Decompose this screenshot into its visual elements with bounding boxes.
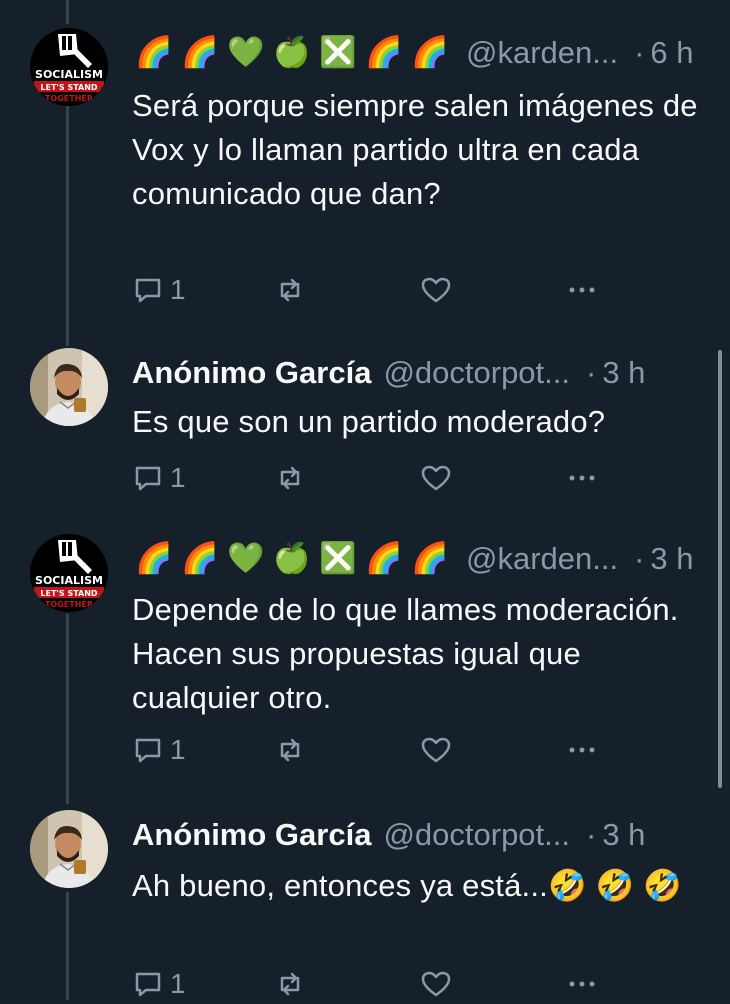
separator-dot: · [634,35,645,70]
retweet-button[interactable] [274,964,306,1004]
heart-icon [421,971,451,997]
tweet-text: Es que son un partido moderado? [132,404,606,439]
cross-mark-emoji: ❎ [319,36,357,69]
reply-button[interactable]: 1 [132,730,186,770]
separator-dot: · [586,355,597,390]
person-photo-avatar [30,348,108,426]
green-apple-emoji: 🍏 [273,36,311,69]
heart-icon [421,737,451,763]
timestamp[interactable]: 3 h [650,534,693,584]
display-name[interactable]: Anónimo García [132,348,371,398]
rainbow-emoji: 🌈 [181,36,219,69]
thread-line [66,106,69,346]
tweet-actions: 1 [132,458,612,498]
avatar-logo-text: SOCIALISM [35,68,103,81]
rainbow-emoji: 🌈 [365,36,403,69]
display-name-emoji[interactable]: 🌈 🌈 💚 🍏 ❎ 🌈 🌈 [132,28,454,78]
user-handle[interactable]: @karden... [466,534,618,584]
cross-mark-emoji: ❎ [319,542,357,575]
rainbow-emoji: 🌈 [135,36,173,69]
avatar[interactable]: SOCIALISM LET'S STAND TOGETHER [30,534,108,612]
more-dots-icon [569,287,595,293]
heart-icon [421,277,451,303]
retweet-button[interactable] [274,458,306,498]
tweet-text: Será porque siempre salen imágenes de Vo… [132,88,698,211]
like-button[interactable] [420,964,452,1004]
green-apple-emoji: 🍏 [273,542,311,575]
display-name-emoji[interactable]: 🌈 🌈 💚 🍏 ❎ 🌈 🌈 [132,534,454,584]
tweet-header: 🌈 🌈 💚 🍏 ❎ 🌈 🌈 @karden... · 3 h [132,534,698,584]
retweet-button[interactable] [274,730,306,770]
tweet-text: Depende de lo que llames moderación. Hac… [132,592,679,715]
tweet-header: Anónimo García @doctorpot... · 3 h [132,810,698,860]
tweet-actions: 1 [132,730,612,770]
avatar-logo-text: TOGETHER [45,94,93,103]
more-dots-icon [569,747,595,753]
retweet-icon [280,738,300,762]
avatar-logo-text: TOGETHER [45,600,93,609]
more-button[interactable] [566,458,598,498]
reply-count: 1 [170,734,186,765]
avatar-logo-text: SOCIALISM [35,574,103,587]
user-handle[interactable]: @karden... [466,28,618,78]
green-heart-emoji: 💚 [227,542,265,575]
rainbow-emoji: 🌈 [135,542,173,575]
reply-count: 1 [170,462,186,493]
more-dots-icon [569,475,595,481]
tweet-header: Anónimo García @doctorpot... · 3 h [132,348,698,398]
reply-icon [135,972,161,997]
separator-dot: · [586,817,597,852]
timestamp[interactable]: 3 h [602,348,645,398]
more-dots-icon [569,981,595,987]
person-photo-avatar [30,810,108,888]
reply-count: 1 [170,274,186,305]
avatar[interactable] [30,348,108,426]
heart-icon [421,465,451,491]
timestamp[interactable]: 3 h [602,810,645,860]
avatar[interactable]: SOCIALISM LET'S STAND TOGETHER [30,28,108,106]
more-button[interactable] [566,730,598,770]
user-handle[interactable]: @doctorpot... [383,348,570,398]
tweet-actions: 1 [132,964,612,1004]
socialism-logo-avatar: SOCIALISM LET'S STAND TOGETHER [30,534,108,612]
reply-button[interactable]: 1 [132,964,186,1004]
reply-icon [135,278,161,303]
retweet-icon [280,972,300,996]
more-button[interactable] [566,270,598,310]
more-button[interactable] [566,964,598,1004]
rainbow-emoji: 🌈 [365,542,403,575]
like-button[interactable] [420,270,452,310]
reply-icon [135,466,161,491]
display-name[interactable]: Anónimo García [132,810,371,860]
tweet-header: 🌈 🌈 💚 🍏 ❎ 🌈 🌈 @karden... · 6 h [132,28,698,78]
retweet-icon [280,466,300,490]
user-handle[interactable]: @doctorpot... [383,810,570,860]
like-button[interactable] [420,730,452,770]
reply-button[interactable]: 1 [132,458,186,498]
reply-button[interactable]: 1 [132,270,186,310]
reply-icon [135,738,161,763]
thread-line [66,614,69,804]
socialism-logo-avatar: SOCIALISM LET'S STAND TOGETHER [30,28,108,106]
rainbow-emoji: 🌈 [411,36,449,69]
avatar-logo-text: LET'S STAND [40,589,98,598]
rainbow-emoji: 🌈 [181,542,219,575]
reply-count: 1 [170,968,186,999]
green-heart-emoji: 💚 [227,36,265,69]
thread-line [66,0,69,24]
avatar[interactable] [30,810,108,888]
retweet-icon [280,278,300,302]
separator-dot: · [634,541,645,576]
avatar-logo-text: LET'S STAND [40,83,98,92]
retweet-button[interactable] [274,270,306,310]
tweet-text: Ah bueno, entonces ya está...🤣 🤣 🤣 [132,868,682,903]
timestamp[interactable]: 6 h [650,28,693,78]
rainbow-emoji: 🌈 [411,542,449,575]
scrollbar[interactable] [718,350,722,788]
like-button[interactable] [420,458,452,498]
thread-line [66,892,69,1000]
tweet-actions: 1 [132,270,612,310]
